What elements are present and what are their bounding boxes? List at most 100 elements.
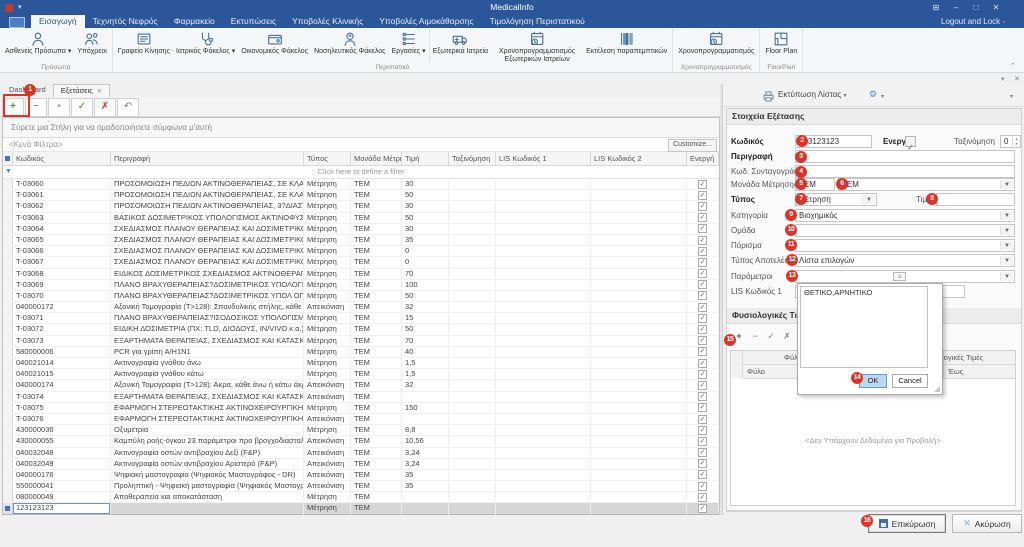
inline-editor-button[interactable]: a <box>893 272 906 281</box>
ribbon-button[interactable]: Floor Plan <box>762 29 800 63</box>
active-checkbox[interactable]: ✓ <box>698 448 707 457</box>
table-row[interactable]: T-03061ΠΡΟΣΟΜΟΙΩΣΗ ΠΕΔΙΩΝ ΑΚΤΙΝΟΘΕΡΑΠΕΙΑ… <box>3 190 719 201</box>
column-header-3[interactable]: Μονάδα Μέτρησ <box>351 152 402 166</box>
filter-row[interactable]: ▼ Click here to define a filter <box>3 166 719 179</box>
restore-button[interactable]: □ <box>966 0 986 15</box>
column-header-5[interactable]: Ταξινόμηση <box>449 152 496 166</box>
active-checkbox[interactable]: ✓ <box>698 247 707 256</box>
ribbon-button[interactable]: Χρονοπρογραμματισμός Εξωτερικών Ιατρείων <box>491 29 583 63</box>
table-row[interactable]: T-03066ΣΧΕΔΙΑΣΜΟΣ ΠΛΑΝΟΥ ΘΕΡΑΠΕΙΑΣ ΚΑΙ Δ… <box>3 246 719 257</box>
table-row[interactable]: 580000006PCR για γρίπη Α/Η1Ν1ΜέτρησηΤΕΜ4… <box>3 347 719 358</box>
active-checkbox[interactable]: ✓ <box>698 392 707 401</box>
chevron-down-icon[interactable]: ▼ <box>1000 241 1013 250</box>
table-row[interactable]: T-03064ΣΧΕΔΙΑΣΜΟΣ ΠΛΑΝΟΥ ΘΕΡΑΠΕΙΑΣ ΚΑΙ Δ… <box>3 224 719 235</box>
ribbon-tab-1[interactable]: Τεχνητός Νεφρός <box>85 15 166 28</box>
active-checkbox[interactable]: ✓ <box>698 415 707 424</box>
table-row[interactable]: T-03060ΠΡΟΣΟΜΟΙΩΣΗ ΠΕΔΙΩΝ ΑΚΤΙΝΟΘΕΡΑΠΕΙΑ… <box>3 179 719 190</box>
document-tab-1[interactable]: Εξετάσεις✕ <box>53 84 110 97</box>
nv-cancel-button[interactable]: ✗ <box>779 330 795 344</box>
customize-button[interactable]: Customize... <box>668 139 717 152</box>
ribbon-button[interactable]: Εκτέλεση παραπεμπτικών <box>583 29 670 63</box>
table-row[interactable]: T-03063ΒΑΣΙΚΟΣ ΔΟΣΙΜΕΤΡΙΚΟΣ ΥΠΟΛΟΓΙΣΜΟΣ … <box>3 213 719 224</box>
ok-button[interactable]: OK <box>859 374 887 388</box>
nv-column-to[interactable]: Έως <box>944 365 1015 379</box>
ribbon-tab-4[interactable]: Υποβολές Κλινικής <box>284 15 371 28</box>
ribbon-tab-2[interactable]: Φαρμακείο <box>166 15 223 28</box>
table-row[interactable]: 430000055Καμπύλη ροής-όγκου 23 παράμετρο… <box>3 436 719 447</box>
category-combo[interactable]: Βιοχημικός▼ <box>795 209 1015 222</box>
table-row[interactable]: 040000172Αξονική Τομογραφία (Τ>128): Σπο… <box>3 302 719 313</box>
table-row[interactable]: T-03062ΠΡΟΣΟΜΟΙΩΣΗ ΠΕΔΙΩΝ ΑΚΤΙΝΟΘΕΡΑΠΕΙΑ… <box>3 201 719 212</box>
description-input[interactable] <box>795 150 1015 163</box>
confirm-button[interactable]: Επικύρωση <box>868 514 946 533</box>
active-checkbox[interactable]: ✓ <box>698 303 707 312</box>
edit-button[interactable]: • <box>48 98 70 117</box>
ribbon-button[interactable]: Ασθενείς Πρόσωπα ▾ <box>2 29 74 63</box>
chevron-down-icon[interactable]: ▾ <box>881 93 884 100</box>
ribbon-button[interactable]: Γραφείο Κίνησης <box>115 29 173 63</box>
ribbon-button[interactable]: Ιατρικός Φάκελος ▾ <box>173 29 238 63</box>
active-checkbox[interactable]: ✓ <box>698 370 707 379</box>
chevron-down-icon[interactable]: ▼ <box>1000 211 1013 220</box>
ribbon-button[interactable]: Νοσηλευτικός Φάκελος <box>311 29 388 63</box>
active-checkbox[interactable]: ✓ <box>698 314 707 323</box>
nv-del-button[interactable]: − <box>747 330 763 344</box>
type-combo[interactable]: Μέτρηση▼ <box>795 193 877 206</box>
active-checkbox[interactable]: ✓ <box>698 426 707 435</box>
chevron-down-icon[interactable]: ▼ <box>1000 256 1013 265</box>
group-by-panel[interactable]: Σύρετε μια Στήλη για να ομαδοποιήσετε σύ… <box>3 118 719 138</box>
finding-combo[interactable]: ▼ <box>795 239 1015 252</box>
spinner-arrows-icon[interactable]: ▴▾ <box>1012 136 1020 146</box>
active-checkbox[interactable]: ✓ <box>698 213 707 222</box>
group-combo[interactable]: ▼ <box>795 224 1015 237</box>
ribbon-button[interactable]: Υπόχρεοι <box>74 29 109 63</box>
unit-combo[interactable]: ΤΕΜ▼ <box>838 178 1015 191</box>
table-row[interactable]: 550000041Προληπτική - Ψηφιακή μαστογραφί… <box>3 481 719 492</box>
active-checkbox[interactable]: ✓ <box>698 236 707 245</box>
popup-cancel-button[interactable]: Cancel <box>892 374 928 388</box>
print-list-button[interactable]: Εκτύπωση Λίστας ▾ <box>778 90 847 99</box>
ribbon-button[interactable]: Εργασίες ▾ <box>389 29 429 63</box>
sort-spinner[interactable]: 0▴▾ <box>1000 135 1021 148</box>
result-type-combo[interactable]: Λίστα επιλογών▼ <box>795 254 1015 267</box>
table-row[interactable]: T-03068ΕΙΔΙΚΟΣ ΔΟΣΙΜΕΤΡΙΚΟΣ ΣΧΕΔΙΑΣΜΟΣ Α… <box>3 269 719 280</box>
ribbon-tab-5[interactable]: Υποβολές Αιμοκάθαρσης <box>371 15 481 28</box>
column-header-4[interactable]: Τιμή <box>402 152 449 166</box>
active-checkbox[interactable]: ✓ <box>698 359 707 368</box>
chevron-down-icon[interactable]: ▼ <box>1000 226 1013 235</box>
column-header-6[interactable]: LIS Κωδικός 1 <box>496 152 591 166</box>
column-header-0[interactable]: Κωδικός <box>13 152 111 166</box>
collapse-ribbon-icon[interactable]: ⌃ <box>1010 62 1016 70</box>
table-row[interactable]: T-03069ΠΛΑΝΟ ΒΡΑΧΥΘΕΡΑΠΕΙΑΣ?ΔΟΣΙΜΕΤΡΙΚΟΣ… <box>3 280 719 291</box>
close-tab-icon[interactable]: ✕ <box>97 89 102 95</box>
ribbon-button[interactable]: Χρονοπρογραμματισμός <box>675 29 757 63</box>
chevron-down-icon[interactable]: ▼ <box>1000 272 1013 281</box>
active-checkbox[interactable]: ✓ <box>698 325 707 334</box>
table-row[interactable]: 040032048Ακτινογραφία οστών αντιβραχίου … <box>3 448 719 459</box>
column-header-1[interactable]: Περιγραφή <box>111 152 304 166</box>
table-row[interactable]: T-03067ΣΧΕΔΙΑΣΜΟΣ ΠΛΑΝΟΥ ΘΕΡΑΠΕΙΑΣ ΚΑΙ Δ… <box>3 257 719 268</box>
ribbon-tab-0[interactable]: Εισαγωγή <box>31 15 85 28</box>
active-checkbox[interactable]: ✓ <box>698 504 707 513</box>
table-row[interactable]: 430000036ΟξυμετρίαΜέτρησηΤΕΜ8,8✓ <box>3 425 719 436</box>
table-row[interactable]: 040000176Ψηφιακή μαστογραφία (Ψηφιακός Μ… <box>3 470 719 481</box>
active-checkbox[interactable]: ✓ <box>698 381 707 390</box>
pin-panel-icon[interactable]: ▾ <box>1001 75 1005 83</box>
column-header-8[interactable]: Ενεργή <box>687 152 719 166</box>
active-checkbox[interactable]: ✓ <box>698 191 707 200</box>
close-panel-icon[interactable]: ✕ <box>1014 75 1020 83</box>
file-menu-button[interactable] <box>9 17 25 28</box>
table-row[interactable]: T-03072ΕΙΔΙΚΗ ΔΟΣΙΜΕΤΡΙΑ (ΠΧ: TLD, ΔΙΟΔΟ… <box>3 324 719 335</box>
cancel-button[interactable]: ✕Ακύρωση <box>952 514 1022 533</box>
table-row[interactable]: 040021014Ακτινογραφία γνάθου άνωΜέτρησηΤ… <box>3 358 719 369</box>
active-checkbox[interactable]: ✓ <box>698 269 707 278</box>
cancel-button[interactable]: ✗ <box>94 98 116 117</box>
table-row[interactable]: T-03076ΕΦΑΡΜΟΓΗ ΣΤΕΡΕΟΤΑΚΤΙΚΗΣ ΑΚΤΙΝΟΧΕΙ… <box>3 414 719 425</box>
active-checkbox[interactable]: ✓ <box>698 347 707 356</box>
chevron-down-icon[interactable]: ▼ <box>1000 180 1013 189</box>
table-row[interactable]: 080000049Αποθεραπεία και αποκατάστασηΜέτ… <box>3 492 719 503</box>
close-button[interactable]: ✕ <box>986 0 1006 15</box>
list-item[interactable]: ΘΕΤΙΚΟ,ΑΡΝΗΤΙΚΟ <box>801 287 927 298</box>
column-header-2[interactable]: Τύπος <box>304 152 351 166</box>
table-row[interactable]: T-03074ΕΞΑΡΤΗΜΑΤΑ ΘΕΡΑΠΕΙΑΣ, ΣΧΕΔΙΑΣΜΟΣ … <box>3 392 719 403</box>
